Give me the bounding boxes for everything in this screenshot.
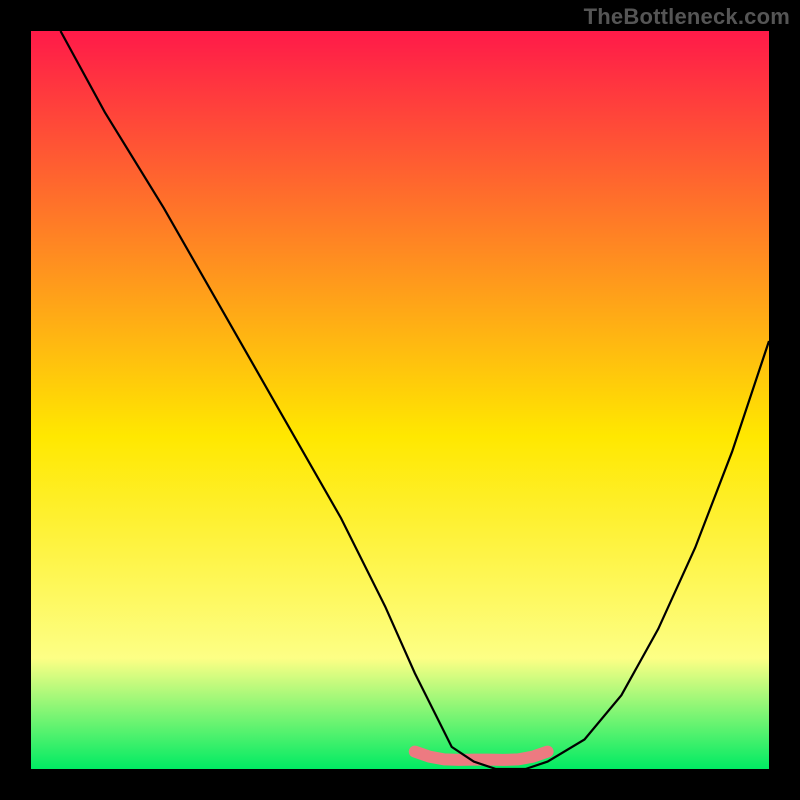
chart-svg xyxy=(31,31,769,769)
gradient-background xyxy=(31,31,769,769)
chart-frame: TheBottleneck.com xyxy=(0,0,800,800)
plot-area xyxy=(31,31,769,769)
watermark-text: TheBottleneck.com xyxy=(584,4,790,30)
